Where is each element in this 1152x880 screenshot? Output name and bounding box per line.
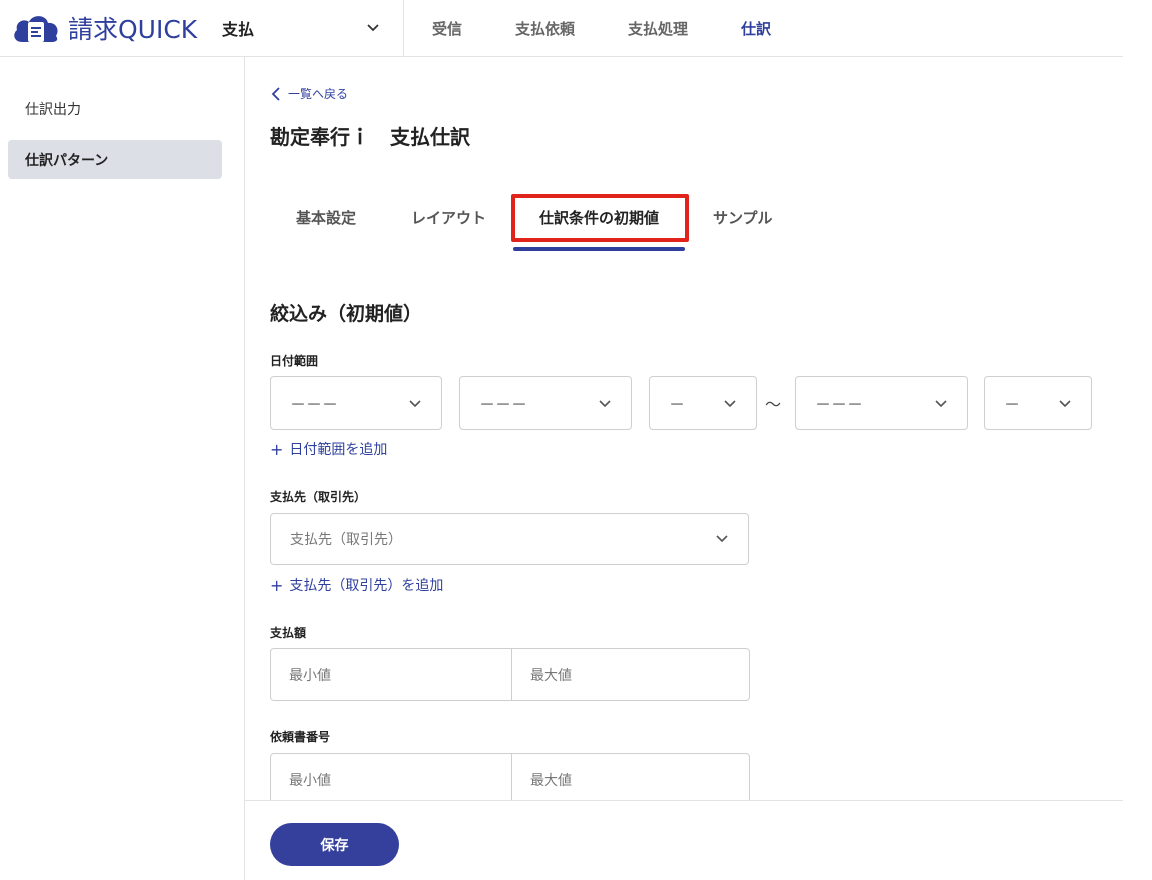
request-number-min-input[interactable]: 最小値 — [270, 753, 512, 800]
add-date-range-link[interactable]: + 日付範囲を追加 — [270, 439, 387, 459]
chevron-down-icon — [1059, 400, 1071, 408]
back-link-label: 一覧へ戻る — [288, 87, 349, 101]
nav-item-payment-request[interactable]: 支払依頼 — [515, 18, 575, 39]
request-number-label: 依頼書番号 — [270, 730, 331, 744]
date-from-day-select[interactable]: － — [649, 376, 757, 430]
select-value: － — [1004, 395, 1021, 414]
amount-label: 支払額 — [270, 626, 307, 640]
date-range-label: 日付範囲 — [270, 354, 319, 368]
module-select[interactable]: 支払 — [222, 0, 404, 56]
date-to-day-select[interactable]: － — [984, 376, 1092, 430]
plus-icon: + — [270, 575, 284, 595]
main-content: 一覧へ戻る 勘定奉行ｉ 支払仕訳 基本設定 レイアウト 仕訳条件の初期値 サンプ… — [245, 57, 1123, 800]
date-to-year-select[interactable]: －－－ — [795, 376, 968, 430]
sidebar-item-journal-pattern[interactable]: 仕訳パターン — [8, 140, 222, 179]
main-nav: 受信 支払依頼 支払処理 仕訳 — [405, 0, 797, 56]
date-from-month-select[interactable]: －－－ — [459, 376, 632, 430]
chevron-down-icon — [367, 24, 379, 32]
select-value: －－－ — [815, 395, 864, 414]
request-number-min-placeholder: 最小値 — [289, 772, 331, 789]
nav-item-journal[interactable]: 仕訳 — [741, 18, 771, 39]
add-payee-link[interactable]: + 支払先（取引先）を追加 — [270, 575, 443, 595]
tab-sample[interactable]: サンプル — [713, 207, 773, 228]
tab-layout[interactable]: レイアウト — [411, 207, 486, 228]
section-title: 絞込み（初期値） — [270, 303, 423, 325]
date-range-separator: 〜 — [765, 395, 782, 414]
chevron-down-icon — [409, 400, 421, 408]
app-name: 請求QUICK — [68, 15, 198, 44]
select-value: － — [669, 395, 686, 414]
tab-basic-settings[interactable]: 基本設定 — [296, 207, 356, 228]
request-number-max-input[interactable]: 最大値 — [511, 753, 750, 800]
footer-bar: 保存 — [245, 800, 1123, 880]
payee-placeholder: 支払先（取引先） — [290, 532, 402, 548]
date-from-year-select[interactable]: －－－ — [270, 376, 442, 430]
page-title: 勘定奉行ｉ 支払仕訳 — [270, 125, 470, 149]
chevron-left-icon — [271, 86, 280, 101]
nav-item-receive[interactable]: 受信 — [432, 18, 462, 39]
cloud-document-icon — [10, 10, 62, 46]
payee-label: 支払先（取引先） — [270, 490, 367, 504]
payee-select[interactable]: 支払先（取引先） — [270, 513, 749, 565]
app-logo[interactable]: 請求QUICK — [10, 10, 197, 46]
select-value: －－－ — [290, 395, 339, 414]
amount-max-input[interactable]: 最大値 — [511, 648, 750, 701]
amount-min-input[interactable]: 最小値 — [270, 648, 512, 701]
sidebar-item-journal-output[interactable]: 仕訳出力 — [8, 89, 222, 128]
top-header: 請求QUICK 支払 受信 支払依頼 支払処理 仕訳 — [0, 0, 1123, 57]
nav-item-payment-processing[interactable]: 支払処理 — [628, 18, 688, 39]
add-date-range-label: 日付範囲を追加 — [289, 442, 388, 458]
save-button[interactable]: 保存 — [270, 823, 399, 866]
amount-max-placeholder: 最大値 — [530, 667, 572, 684]
request-number-max-placeholder: 最大値 — [530, 772, 572, 789]
sidebar: 仕訳出力 仕訳パターン — [0, 57, 245, 880]
back-link[interactable]: 一覧へ戻る — [270, 85, 348, 102]
amount-min-placeholder: 最小値 — [289, 667, 331, 684]
chevron-down-icon — [599, 400, 611, 408]
plus-icon: + — [270, 439, 284, 459]
add-payee-label: 支払先（取引先）を追加 — [289, 578, 444, 594]
select-value: －－－ — [479, 395, 528, 414]
highlight-box — [511, 194, 689, 242]
chevron-down-icon — [935, 400, 947, 408]
chevron-down-icon — [716, 535, 728, 543]
module-label: 支払 — [222, 20, 255, 39]
chevron-down-icon — [724, 400, 736, 408]
active-tab-indicator — [513, 247, 685, 251]
